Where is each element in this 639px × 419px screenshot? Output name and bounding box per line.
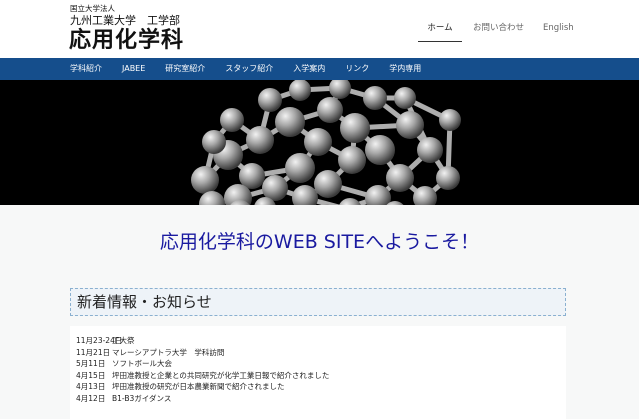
molecule-atom <box>365 135 395 165</box>
molecule-atom <box>439 109 461 131</box>
news-item[interactable]: 5月11日 ソフトボール大会 <box>76 358 562 370</box>
news-item[interactable]: 4月12日 B1-B3ガイダンス <box>76 393 562 405</box>
fullerene-molecule-image <box>0 80 639 205</box>
news-text[interactable]: B1-B3ガイダンス <box>112 393 171 405</box>
molecule-atom <box>417 137 443 163</box>
nav-item-admissions[interactable]: 入学案内 <box>293 58 325 80</box>
news-text[interactable]: ソフトボール大会 <box>112 358 172 370</box>
molecule-atom <box>285 153 315 183</box>
news-heading: 新着情報・お知らせ <box>70 288 566 316</box>
news-text[interactable]: 坪田准教授の研究が日本農業新聞で紹介されました <box>112 381 285 393</box>
news-date: 5月11日 <box>76 359 106 368</box>
news-panel: 11月23-24日 工大祭 11月21日 マレーシアプトラ大学 学科訪問 5月11日… <box>70 326 566 419</box>
news-text[interactable]: 坪田准教授と企業との共同研究が化学工業日報で紹介されました <box>112 370 329 382</box>
news-item[interactable]: 11月23-24日 工大祭 <box>76 335 562 347</box>
university-name: 九州工業大学 工学部 <box>70 14 180 27</box>
nav-item-jabee[interactable]: JABEE <box>122 58 145 80</box>
hero-fullerene-image <box>0 80 639 205</box>
molecule-atom <box>191 166 219 194</box>
top-link-english[interactable]: English <box>543 22 574 38</box>
news-date: 4月12日 <box>76 393 106 403</box>
news-text[interactable]: 工大祭 <box>112 335 135 347</box>
news-list: 11月23-24日 工大祭 11月21日 マレーシアプトラ大学 学科訪問 5月11日… <box>76 335 562 404</box>
news-date: 4月15日 <box>76 370 106 380</box>
molecule-atom <box>246 126 274 154</box>
molecule-atom <box>314 170 342 198</box>
molecule-atom <box>340 113 370 143</box>
molecule-atom <box>363 86 387 110</box>
top-link-contact[interactable]: お問い合わせ <box>473 22 524 38</box>
nav-item-department-intro[interactable]: 学科紹介 <box>70 58 102 80</box>
molecule-atom <box>304 128 332 156</box>
news-item[interactable]: 11月21日 マレーシアプトラ大学 学科訪問 <box>76 347 562 359</box>
welcome-heading: 応用化学科のWEB SITEへようこそ！ <box>159 231 480 253</box>
molecule-atom <box>338 146 366 174</box>
top-link-home[interactable]: ホーム <box>418 22 462 42</box>
molecule-atom <box>317 97 343 123</box>
molecule-atom <box>436 166 460 190</box>
main-nav: 学科紹介 JABEE 研究室紹介 スタッフ紹介 入学案内 リンク 学内専用 <box>0 58 639 80</box>
molecule-atom <box>202 130 226 154</box>
nav-item-links[interactable]: リンク <box>345 58 369 80</box>
molecule-atom <box>289 80 311 101</box>
news-date: 11月21日 <box>76 347 111 357</box>
news-item[interactable]: 4月15日 坪田准教授と企業との共同研究が化学工業日報で紹介されました <box>76 370 562 382</box>
site-header: 国立大学法人 九州工業大学 工学部 応用化学科 ホーム お問い合わせ Engli… <box>0 0 639 58</box>
department-title[interactable]: 応用化学科 <box>69 28 184 54</box>
molecule-atom <box>258 88 282 112</box>
molecule-atom <box>396 111 424 139</box>
molecule-atom <box>386 164 414 192</box>
nav-item-staff[interactable]: スタッフ紹介 <box>225 58 273 80</box>
news-item[interactable]: 4月13日 坪田准教授の研究が日本農業新聞で紹介されました <box>76 381 562 393</box>
page: 国立大学法人 九州工業大学 工学部 応用化学科 ホーム お問い合わせ Engli… <box>0 0 639 419</box>
org-name-small: 国立大学法人 <box>70 4 115 13</box>
news-text[interactable]: マレーシアプトラ大学 学科訪問 <box>112 347 224 359</box>
news-date: 4月13日 <box>76 382 106 391</box>
nav-item-internal[interactable]: 学内専用 <box>389 58 421 80</box>
molecule-atom <box>220 108 244 132</box>
molecule-atom <box>394 87 416 109</box>
nav-item-labs[interactable]: 研究室紹介 <box>165 58 205 80</box>
molecule-atom <box>275 107 305 137</box>
news-date: 11月23-24日 <box>76 336 123 345</box>
